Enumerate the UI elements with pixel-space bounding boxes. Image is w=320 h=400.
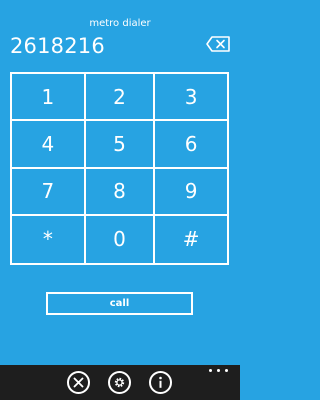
key-7[interactable]: 7	[12, 168, 86, 216]
key-5[interactable]: 5	[85, 121, 156, 169]
settings-icon	[114, 377, 125, 388]
info-button[interactable]	[149, 371, 172, 394]
key-6[interactable]: 6	[155, 121, 227, 169]
close-icon	[73, 377, 84, 388]
key-2[interactable]: 2	[85, 74, 156, 122]
key-4[interactable]: 4	[12, 121, 86, 169]
key-8[interactable]: 8	[85, 168, 156, 216]
backspace-button[interactable]	[206, 36, 230, 52]
more-options-button[interactable]	[207, 367, 231, 375]
app-bar	[0, 365, 240, 400]
app-title: metro dialer	[89, 18, 151, 29]
dialed-number-display: 2618216	[10, 34, 105, 58]
close-button[interactable]	[67, 371, 90, 394]
key-1[interactable]: 1	[12, 74, 86, 122]
key-star[interactable]: *	[12, 215, 86, 263]
key-9[interactable]: 9	[155, 169, 227, 216]
call-button[interactable]: call	[46, 292, 193, 315]
settings-button[interactable]	[108, 371, 131, 394]
backspace-icon	[206, 36, 230, 52]
key-hash[interactable]: #	[155, 216, 227, 263]
dial-keypad: 1 2 3 4 5 6 7 8 9 * 0 #	[10, 72, 229, 265]
key-3[interactable]: 3	[155, 74, 227, 122]
key-0[interactable]: 0	[86, 215, 156, 263]
info-icon	[159, 376, 162, 388]
